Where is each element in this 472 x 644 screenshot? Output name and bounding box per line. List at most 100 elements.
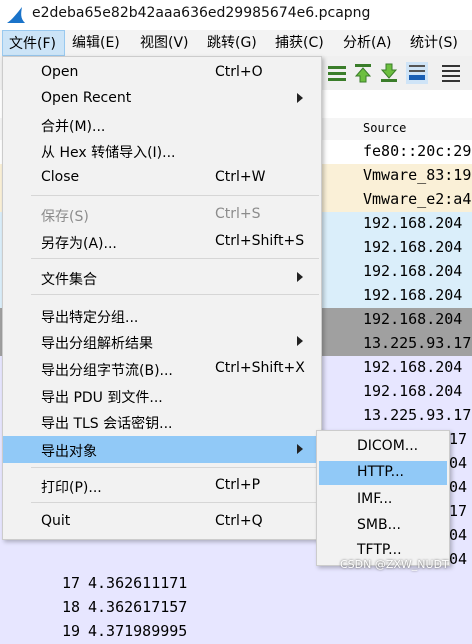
menu-item-shortcut: Ctrl+Shift+X <box>215 360 305 376</box>
title-bar: e2deba65e82b42aaa636ed29985674e6.pcapng <box>0 0 472 30</box>
submenu-arrow-icon <box>297 336 303 346</box>
cell-source-fragment: 17 <box>449 430 468 448</box>
go-first-packet-icon[interactable] <box>352 62 374 84</box>
go-to-packet-icon[interactable] <box>326 62 348 84</box>
menu-item-label: 导出特定分组... <box>41 310 139 326</box>
menu-separator <box>31 294 319 295</box>
go-last-packet-icon[interactable] <box>378 62 400 84</box>
cell-source: fe80::20c:29 <box>363 142 472 160</box>
menu-item-label: 合并(M)... <box>41 119 106 135</box>
menu-item-label: 导出分组字节流(B)... <box>41 363 173 379</box>
cell-source: 192.168.204 <box>363 382 463 400</box>
window-title: e2deba65e82b42aaa636ed29985674e6.pcapng <box>32 5 371 21</box>
menu-separator <box>31 502 319 503</box>
menu-item-save-as[interactable]: 另存为(A)... Ctrl+Shift+S <box>3 230 321 254</box>
menu-item-export-tls-keys[interactable]: 导出 TLS 会话密钥... <box>3 410 321 434</box>
submenu-arrow-icon <box>297 93 303 103</box>
menu-item-label: 导出分组解析结果 <box>41 336 153 352</box>
cell-time: 4.362611171 <box>88 574 188 592</box>
menu-separator <box>31 195 319 196</box>
menu-item-save: 保存(S) Ctrl+S <box>3 203 321 227</box>
menu-item-export-specified-packets[interactable]: 导出特定分组... <box>3 304 321 328</box>
cell-source: 13.225.93.17 <box>363 334 472 352</box>
cell-number: 18 <box>62 598 81 616</box>
menu-bar: 文件(F) 编辑(E) 视图(V) 跳转(G) 捕获(C) 分析(A) 统计(S… <box>0 30 472 57</box>
menu-item-shortcut: Ctrl+W <box>215 169 266 185</box>
menu-analyze[interactable]: 分析(A) <box>343 30 392 56</box>
cell-source: 13.225.93.17 <box>363 406 472 424</box>
cell-number: 17 <box>62 574 81 592</box>
menu-item-open[interactable]: Open Ctrl+O <box>3 61 321 85</box>
cell-source: 192.168.204 <box>363 238 463 256</box>
menu-item-export-packet-dissections[interactable]: 导出分组解析结果 <box>3 330 321 354</box>
cell-time: 4.362617157 <box>88 598 188 616</box>
submenu-item-smb[interactable]: SMB... <box>319 514 447 538</box>
menu-item-label: Open Recent <box>41 90 132 106</box>
menu-item-label: 从 Hex 转储导入(I)... <box>41 145 176 161</box>
cell-time: 4.371989995 <box>88 622 188 640</box>
menu-separator <box>31 258 319 259</box>
export-objects-submenu: DICOM... HTTP... IMF... SMB... TFTP... <box>316 430 450 566</box>
submenu-item-imf[interactable]: IMF... <box>319 488 447 512</box>
menu-capture[interactable]: 捕获(C) <box>275 30 324 56</box>
submenu-arrow-icon <box>297 272 303 282</box>
cell-source-fragment: 04 <box>449 478 468 496</box>
menu-item-label: 导出 PDU 到文件... <box>41 390 163 406</box>
menu-item-label: 保存(S) <box>41 209 89 225</box>
cell-source: 192.168.204 <box>363 214 463 232</box>
menu-item-label: Open <box>41 64 79 80</box>
file-menu-dropdown: Open Ctrl+O Open Recent 合并(M)... 从 Hex 转储… <box>2 56 322 540</box>
cell-source: 192.168.204 <box>363 310 463 328</box>
colorize-icon[interactable] <box>440 62 462 84</box>
cell-source: Vmware_e2:a4 <box>363 190 472 208</box>
cell-source: 192.168.204 <box>363 358 463 376</box>
menu-item-label: 导出 TLS 会话密钥... <box>41 416 173 432</box>
menu-item-export-objects[interactable]: 导出对象 <box>3 436 321 463</box>
cell-source-fragment: 04 <box>449 526 468 544</box>
submenu-item-label: IMF... <box>357 491 393 507</box>
cell-source-fragment: 04 <box>449 454 468 472</box>
autoscroll-icon[interactable] <box>406 62 428 84</box>
cell-number: 19 <box>62 622 81 640</box>
menu-item-export-pdus[interactable]: 导出 PDU 到文件... <box>3 384 321 408</box>
menu-go[interactable]: 跳转(G) <box>207 30 257 56</box>
submenu-item-label: TFTP... <box>357 542 402 558</box>
menu-item-label: 打印(P)... <box>41 480 102 496</box>
menu-item-merge[interactable]: 合并(M)... <box>3 113 321 137</box>
menu-item-export-packet-bytes[interactable]: 导出分组字节流(B)... Ctrl+Shift+X <box>3 357 321 381</box>
menu-item-import-hex[interactable]: 从 Hex 转储导入(I)... <box>3 139 321 163</box>
menu-item-label: Close <box>41 169 80 185</box>
table-row[interactable]: 18 4.362617157 <box>0 596 472 620</box>
menu-separator <box>31 467 319 468</box>
menu-item-label: Quit <box>41 513 71 529</box>
menu-file[interactable]: 文件(F) <box>2 30 65 56</box>
menu-item-quit[interactable]: Quit Ctrl+Q <box>3 510 321 534</box>
cell-source: Vmware_83:19 <box>363 166 472 184</box>
column-header-source[interactable]: Source <box>363 121 406 135</box>
menu-item-shortcut: Ctrl+S <box>215 206 261 222</box>
wireshark-fin-icon <box>7 7 25 23</box>
submenu-arrow-icon <box>297 444 303 454</box>
table-row[interactable]: 19 4.371989995 <box>0 620 472 644</box>
menu-item-file-set[interactable]: 文件集合 <box>3 266 321 290</box>
menu-statistics[interactable]: 统计(S) <box>410 30 458 56</box>
submenu-item-dicom[interactable]: DICOM... <box>319 435 447 459</box>
menu-item-shortcut: Ctrl+Q <box>215 513 263 529</box>
watermark: CSDN @ZXW_NUDT <box>340 558 449 571</box>
menu-item-print[interactable]: 打印(P)... Ctrl+P <box>3 474 321 498</box>
menu-item-shortcut: Ctrl+O <box>215 64 263 80</box>
menu-item-shortcut: Ctrl+P <box>215 477 261 493</box>
menu-item-label: 另存为(A)... <box>41 236 117 252</box>
menu-edit[interactable]: 编辑(E) <box>72 30 120 56</box>
cell-source-fragment: 04 <box>449 550 468 568</box>
submenu-item-http[interactable]: HTTP... <box>319 461 447 485</box>
menu-item-label: 文件集合 <box>41 272 97 288</box>
menu-item-open-recent[interactable]: Open Recent <box>3 87 321 111</box>
cell-source: 192.168.204 <box>363 286 463 304</box>
submenu-item-label: SMB... <box>357 517 401 533</box>
submenu-item-label: DICOM... <box>357 438 419 454</box>
cell-source-fragment: 17 <box>449 502 468 520</box>
table-row[interactable]: 17 4.362611171 <box>0 572 472 596</box>
menu-item-close[interactable]: Close Ctrl+W <box>3 166 321 190</box>
menu-view[interactable]: 视图(V) <box>140 30 189 56</box>
